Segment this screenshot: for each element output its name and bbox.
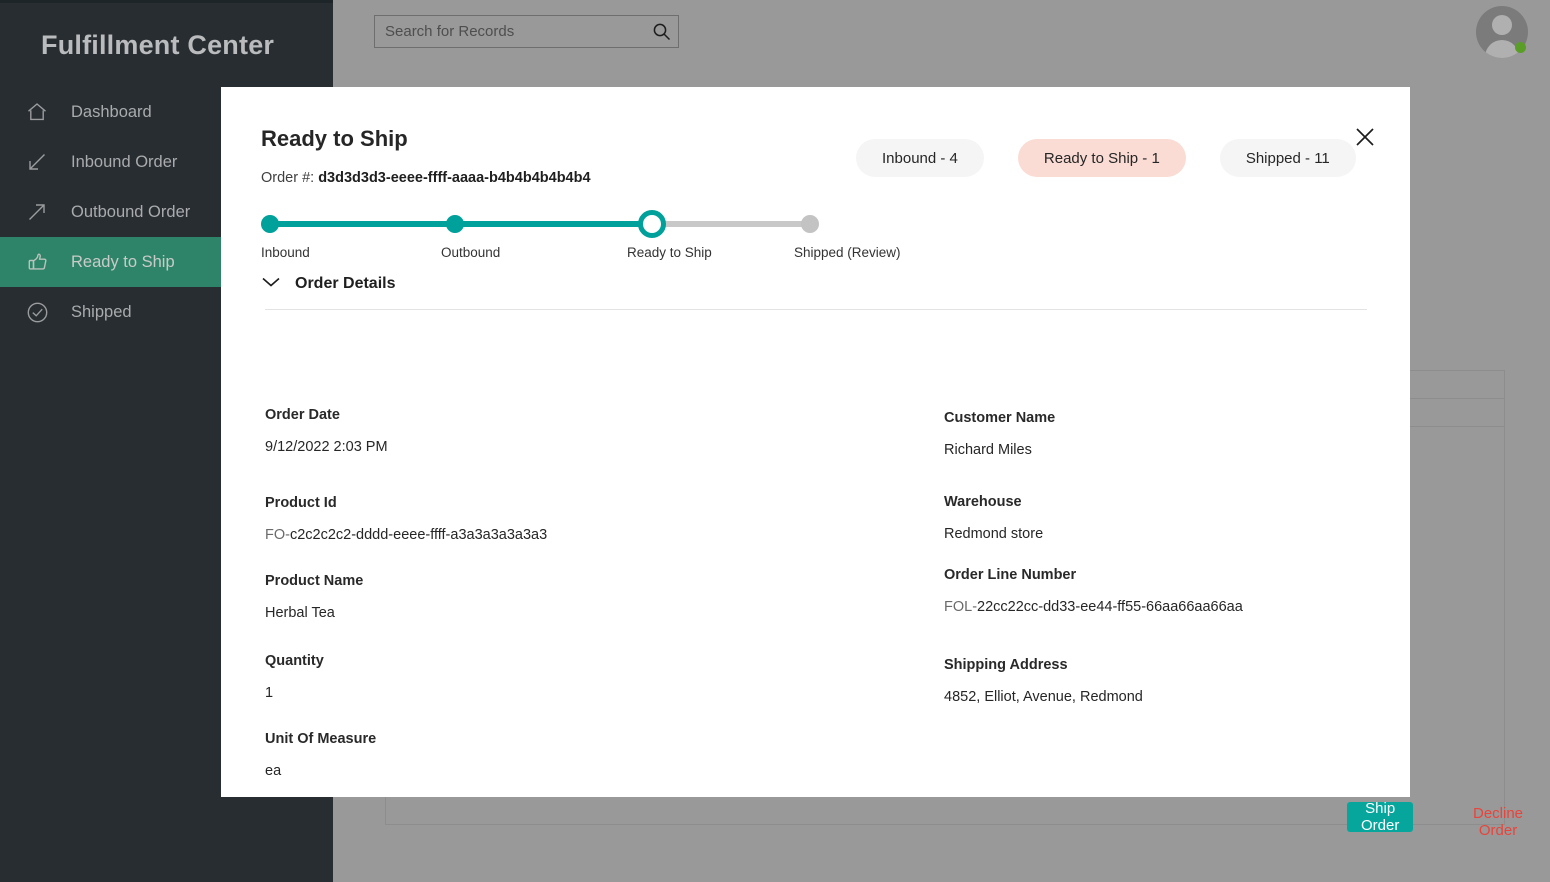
thumbs-up-icon — [22, 247, 52, 277]
order-number-label: Order #: — [261, 170, 314, 186]
field-unit-of-measure: Unit Of Measure ea — [265, 731, 376, 779]
check-circle-icon — [22, 297, 52, 327]
sidebar-item-label: Outbound Order — [71, 203, 190, 222]
stepper-label-outbound: Outbound — [441, 245, 500, 260]
order-progress-stepper: Inbound Outbound Ready to Ship Shipped (… — [261, 209, 821, 271]
field-label: Order Date — [265, 407, 388, 423]
field-value: ea — [265, 763, 376, 779]
chevron-down-icon — [261, 275, 281, 293]
status-filter-pills: Inbound - 4 Ready to Ship - 1 Shipped - … — [856, 139, 1356, 177]
field-quantity: Quantity 1 — [265, 653, 324, 701]
field-shipping-address: Shipping Address 4852, Elliot, Avenue, R… — [944, 657, 1143, 705]
ship-order-button[interactable]: Ship Order — [1347, 802, 1413, 832]
stepper-label-ready-to-ship: Ready to Ship — [627, 245, 712, 260]
field-label: Order Line Number — [944, 567, 1243, 583]
field-value: FO-c2c2c2c2-dddd-eeee-ffff-a3a3a3a3a3a3 — [265, 527, 547, 543]
top-bar — [333, 0, 1550, 65]
field-value: FOL-22cc22cc-dd33-ee44-ff55-66aa66aa66aa — [944, 599, 1243, 615]
field-label: Quantity — [265, 653, 324, 669]
sidebar-item-label: Inbound Order — [71, 153, 177, 172]
presence-status-dot — [1515, 42, 1526, 53]
field-value: Redmond store — [944, 526, 1043, 542]
order-details-title: Order Details — [295, 275, 395, 293]
order-number-row: Order #:d3d3d3d3-eeee-ffff-aaaa-b4b4b4b4… — [261, 170, 591, 186]
field-label: Shipping Address — [944, 657, 1143, 673]
pill-ready-to-ship[interactable]: Ready to Ship - 1 — [1018, 139, 1186, 177]
field-order-date: Order Date 9/12/2022 2:03 PM — [265, 407, 388, 455]
section-divider — [265, 309, 1367, 310]
stepper-node-shipped[interactable] — [801, 215, 819, 233]
decline-order-button[interactable]: Decline Order — [1473, 805, 1523, 839]
avatar-body — [1485, 40, 1519, 58]
field-label: Product Id — [265, 495, 547, 511]
order-number-value: d3d3d3d3-eeee-ffff-aaaa-b4b4b4b4b4b4 — [318, 170, 590, 186]
order-details-expander[interactable]: Order Details — [261, 275, 395, 293]
field-label: Unit Of Measure — [265, 731, 376, 747]
pill-inbound[interactable]: Inbound - 4 — [856, 139, 984, 177]
sidebar-item-label: Dashboard — [71, 103, 152, 122]
search-input[interactable] — [375, 16, 644, 47]
stepper-label-inbound: Inbound — [261, 245, 310, 260]
order-detail-modal: Ready to Ship Order #:d3d3d3d3-eeee-ffff… — [221, 87, 1410, 797]
search-box[interactable] — [374, 15, 679, 48]
field-value: Richard Miles — [944, 442, 1055, 458]
sidebar-item-label: Ready to Ship — [71, 253, 175, 272]
avatar-head — [1492, 15, 1512, 35]
stepper-label-shipped: Shipped (Review) — [794, 245, 901, 260]
field-product-name: Product Name Herbal Tea — [265, 573, 363, 621]
field-value: 4852, Elliot, Avenue, Redmond — [944, 689, 1143, 705]
field-value: 1 — [265, 685, 324, 701]
search-icon[interactable] — [644, 22, 678, 41]
stepper-node-inbound[interactable] — [261, 215, 279, 233]
sidebar-item-label: Shipped — [71, 303, 132, 322]
close-icon[interactable] — [1349, 121, 1381, 153]
field-value: 9/12/2022 2:03 PM — [265, 439, 388, 455]
stepper-node-outbound[interactable] — [446, 215, 464, 233]
stepper-node-ready-to-ship[interactable] — [638, 210, 666, 238]
home-icon — [22, 97, 52, 127]
field-product-id: Product Id FO-c2c2c2c2-dddd-eeee-ffff-a3… — [265, 495, 547, 543]
modal-title: Ready to Ship — [261, 126, 408, 152]
field-warehouse: Warehouse Redmond store — [944, 494, 1043, 542]
pill-shipped[interactable]: Shipped - 11 — [1220, 139, 1356, 177]
field-label: Warehouse — [944, 494, 1043, 510]
field-label: Customer Name — [944, 410, 1055, 426]
field-label: Product Name — [265, 573, 363, 589]
app-title: Fulfillment Center — [0, 3, 333, 87]
field-order-line-number: Order Line Number FOL-22cc22cc-dd33-ee44… — [944, 567, 1243, 615]
arrow-down-left-icon — [22, 147, 52, 177]
field-value: Herbal Tea — [265, 605, 363, 621]
order-details-grid: Order Date 9/12/2022 2:03 PM Product Id … — [221, 315, 1410, 735]
arrow-up-right-icon — [22, 197, 52, 227]
field-customer-name: Customer Name Richard Miles — [944, 410, 1055, 458]
